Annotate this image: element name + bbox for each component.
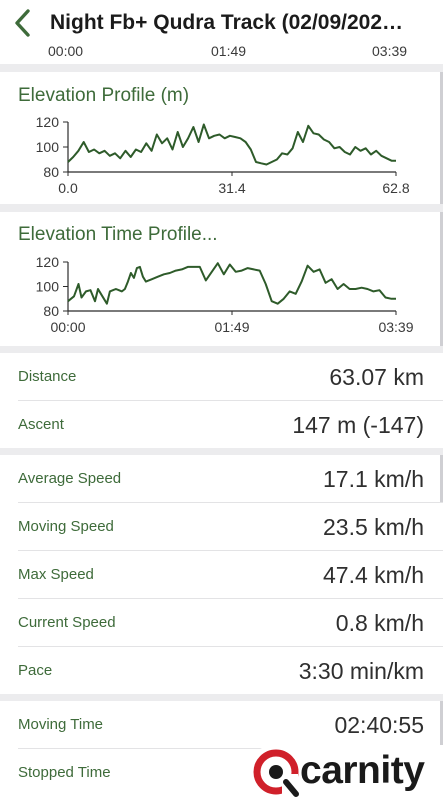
elevation-profile-chart: 80 100 120 0.0 31.4 62.8 <box>36 114 410 196</box>
stat-value: 47.4 km/h <box>323 562 424 588</box>
stat-label: Pace <box>18 662 53 679</box>
y-tick-label: 80 <box>43 303 59 319</box>
axis-tick: 00:00 <box>48 43 84 59</box>
x-tick-label: 62.8 <box>382 180 409 196</box>
stat-value: 63.07 km <box>329 364 424 390</box>
elevation-time-profile-chart: 80 100 120 00:00 01:49 03:39 <box>36 254 414 335</box>
y-tick-label: 120 <box>36 254 60 270</box>
watermark-text: carnity <box>300 749 425 792</box>
stat-row-distance: Distance 63.07 km <box>0 353 443 401</box>
y-tick-label: 100 <box>36 139 60 155</box>
carnity-logo-icon <box>253 749 299 797</box>
stat-row-moving-time: Moving Time 02:40:55 <box>0 701 443 749</box>
stat-row-current-speed: Current Speed 0.8 km/h <box>0 599 443 647</box>
x-tick-label: 00:00 <box>50 319 85 335</box>
y-tick-label: 100 <box>36 279 60 295</box>
x-tick-label: 03:39 <box>378 319 413 335</box>
stat-value: 02:40:55 <box>334 712 424 738</box>
partial-chart-axis: 00:00 01:49 03:39 <box>0 43 443 64</box>
y-tick-label: 80 <box>43 164 59 180</box>
stat-row-ascent: Ascent 147 m (-147) <box>0 401 443 449</box>
stat-label: Distance <box>18 368 77 385</box>
stat-value: 0.8 km/h <box>335 610 424 636</box>
stat-value: 147 m (-147) <box>292 412 424 438</box>
stat-label: Stopped Time <box>18 764 111 781</box>
stat-label: Max Speed <box>18 566 94 583</box>
stats-group-distance: Distance 63.07 km Ascent 147 m (-147) <box>0 353 443 448</box>
axis-tick: 03:39 <box>372 43 408 59</box>
navigation-bar: Night Fb+ Qudra Track (02/09/202… <box>0 0 443 46</box>
stat-row-moving-speed: Moving Speed 23.5 km/h <box>0 503 443 551</box>
stat-row-max-speed: Max Speed 47.4 km/h <box>0 551 443 599</box>
stat-row-pace: Pace 3:30 min/km <box>0 647 443 695</box>
x-tick-label: 31.4 <box>218 180 245 196</box>
stat-label: Current Speed <box>18 614 116 631</box>
stat-value: 17.1 km/h <box>323 466 424 492</box>
elevation-time-profile-card: Elevation Time Profile... 80 100 120 00:00 0… <box>0 212 443 346</box>
chevron-left-icon <box>15 9 30 37</box>
elevation-series-line <box>67 123 396 166</box>
elevation-profile-card: Elevation Profile (m) 80 100 120 0.0 31.4 62.… <box>0 72 443 204</box>
stats-group-speed: Average Speed 17.1 km/h Moving Speed 23.… <box>0 455 443 694</box>
back-button[interactable] <box>10 6 36 40</box>
stat-row-average-speed: Average Speed 17.1 km/h <box>0 455 443 503</box>
y-tick-label: 120 <box>36 114 60 130</box>
stat-value: 3:30 min/km <box>298 658 424 684</box>
stat-label: Average Speed <box>18 470 122 487</box>
stat-label: Moving Time <box>18 716 104 733</box>
stat-value: 23.5 km/h <box>323 514 424 540</box>
x-tick-label: 0.0 <box>58 180 78 196</box>
stat-label: Moving Speed <box>18 518 114 535</box>
x-tick-label: 01:49 <box>214 319 249 335</box>
axis-tick: 01:49 <box>211 43 247 59</box>
stat-label: Ascent <box>18 416 64 433</box>
page-title: Night Fb+ Qudra Track (02/09/202… <box>50 11 404 34</box>
elevation-series-line <box>67 262 396 305</box>
carnity-watermark: carnity <box>248 745 443 800</box>
